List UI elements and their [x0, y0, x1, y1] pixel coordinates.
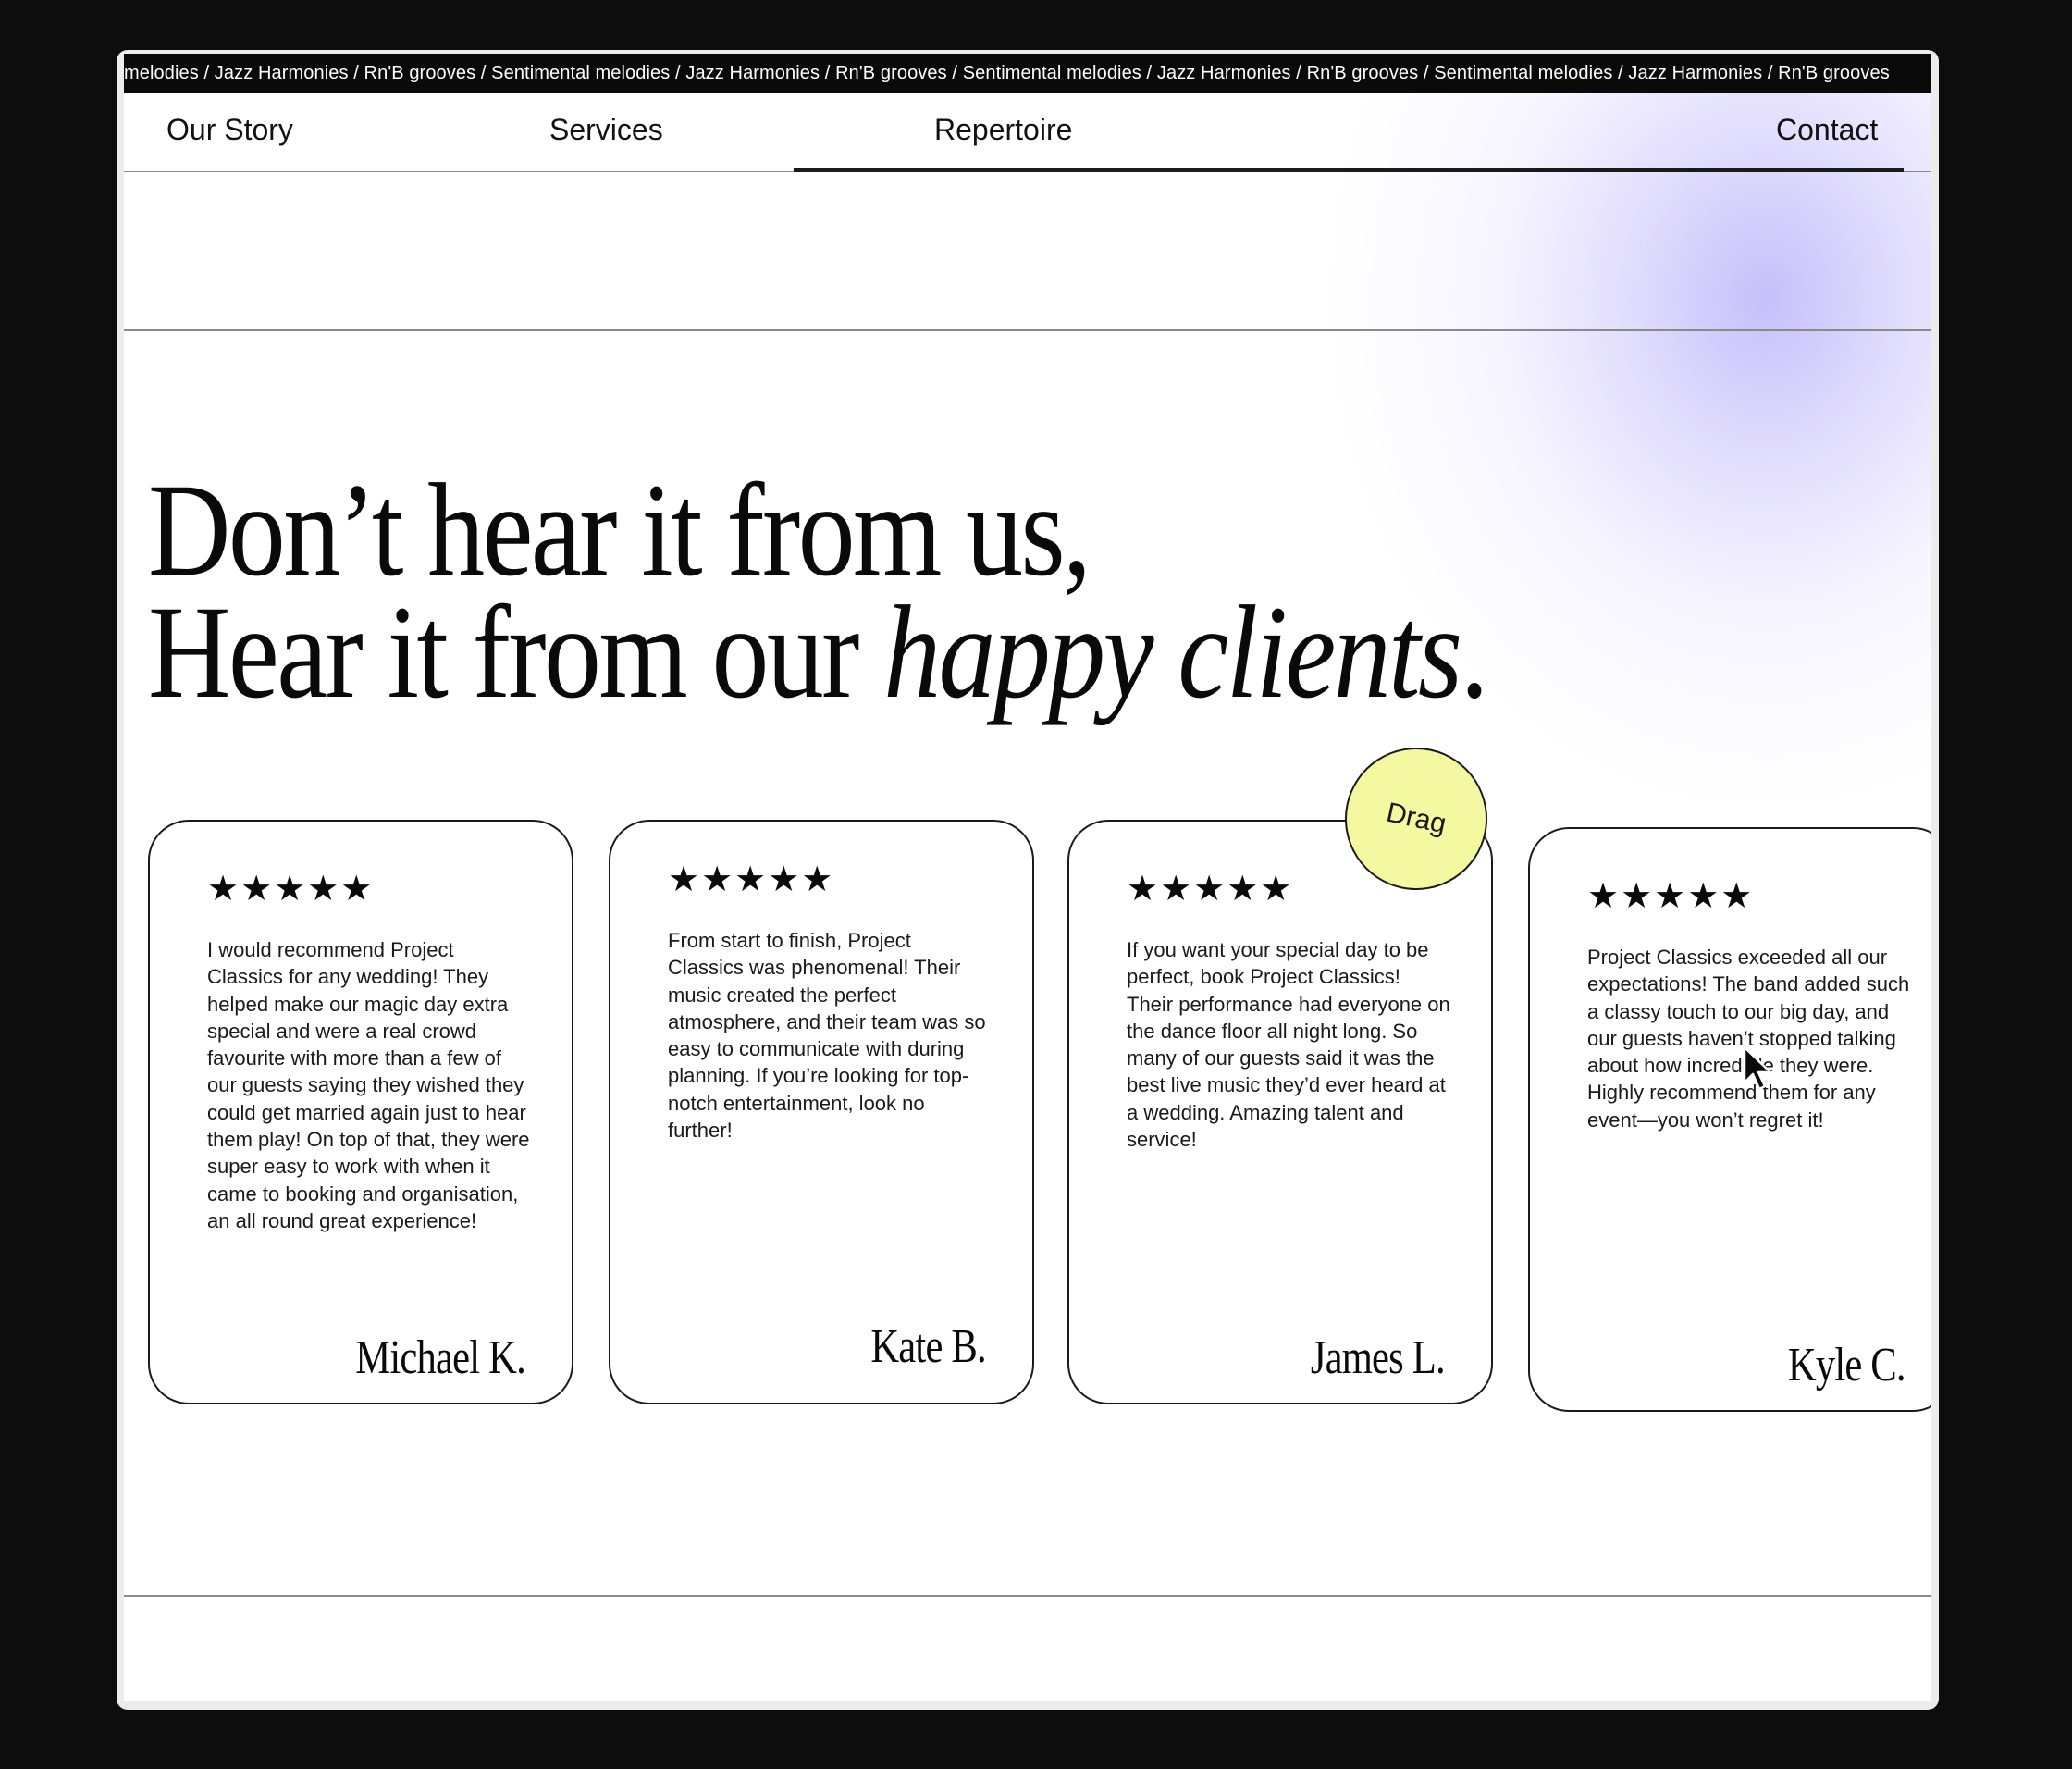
review-author: James L. — [1310, 1331, 1446, 1384]
page: melodies / Jazz Harmonies / Rn'B grooves… — [124, 54, 1931, 1701]
testimonials-heading: Don’t hear it from us, Hear it from our … — [148, 457, 1580, 726]
top-nav: Our Story Services Repertoire Contact — [124, 93, 1931, 172]
heading-line-2: Hear it from our happy clients. — [148, 579, 1489, 726]
nav-our-story[interactable]: Our Story — [166, 113, 293, 147]
browser-window: melodies / Jazz Harmonies / Rn'B grooves… — [117, 50, 1939, 1710]
nav-contact[interactable]: Contact — [1776, 113, 1878, 147]
marquee-text: melodies / Jazz Harmonies / Rn'B grooves… — [124, 63, 1890, 83]
marquee-banner: melodies / Jazz Harmonies / Rn'B grooves… — [124, 54, 1931, 93]
review-author: Kyle C. — [1788, 1339, 1906, 1392]
review-card[interactable]: ★★★★★ If you want your special day to be… — [1067, 820, 1493, 1404]
heading-emphasis: happy clients — [883, 579, 1462, 726]
nav-repertoire[interactable]: Repertoire — [934, 113, 1072, 147]
star-rating: ★★★★★ — [207, 870, 375, 909]
review-text: From start to finish, Project Classics w… — [668, 929, 986, 1143]
review-card[interactable]: ★★★★★ I would recommend Project Classics… — [148, 820, 574, 1404]
review-text: I would recommend Project Classics for a… — [207, 938, 530, 1232]
heading-line-1: Don’t hear it from us, — [148, 457, 1092, 604]
review-author: Kate B. — [870, 1320, 986, 1373]
star-rating: ★★★★★ — [1587, 877, 1755, 916]
nav-active-indicator — [794, 168, 1904, 172]
drag-label: Drag — [1383, 797, 1449, 840]
nav-services[interactable]: Services — [549, 113, 663, 147]
mouse-pointer-icon — [1743, 1045, 1772, 1091]
review-card[interactable]: ★★★★★ Project Classics exceeded all our … — [1528, 827, 1931, 1412]
section-divider-top — [124, 329, 1931, 331]
star-rating: ★★★★★ — [1127, 870, 1294, 909]
review-card[interactable]: ★★★★★ From start to finish, Project Clas… — [609, 820, 1034, 1404]
star-rating: ★★★★★ — [668, 860, 835, 899]
review-text: If you want your special day to be perfe… — [1127, 938, 1450, 1152]
review-text: Project Classics exceeded all our expect… — [1587, 946, 1910, 1132]
section-divider-bottom — [124, 1595, 1931, 1597]
review-author: Michael K. — [355, 1331, 525, 1384]
